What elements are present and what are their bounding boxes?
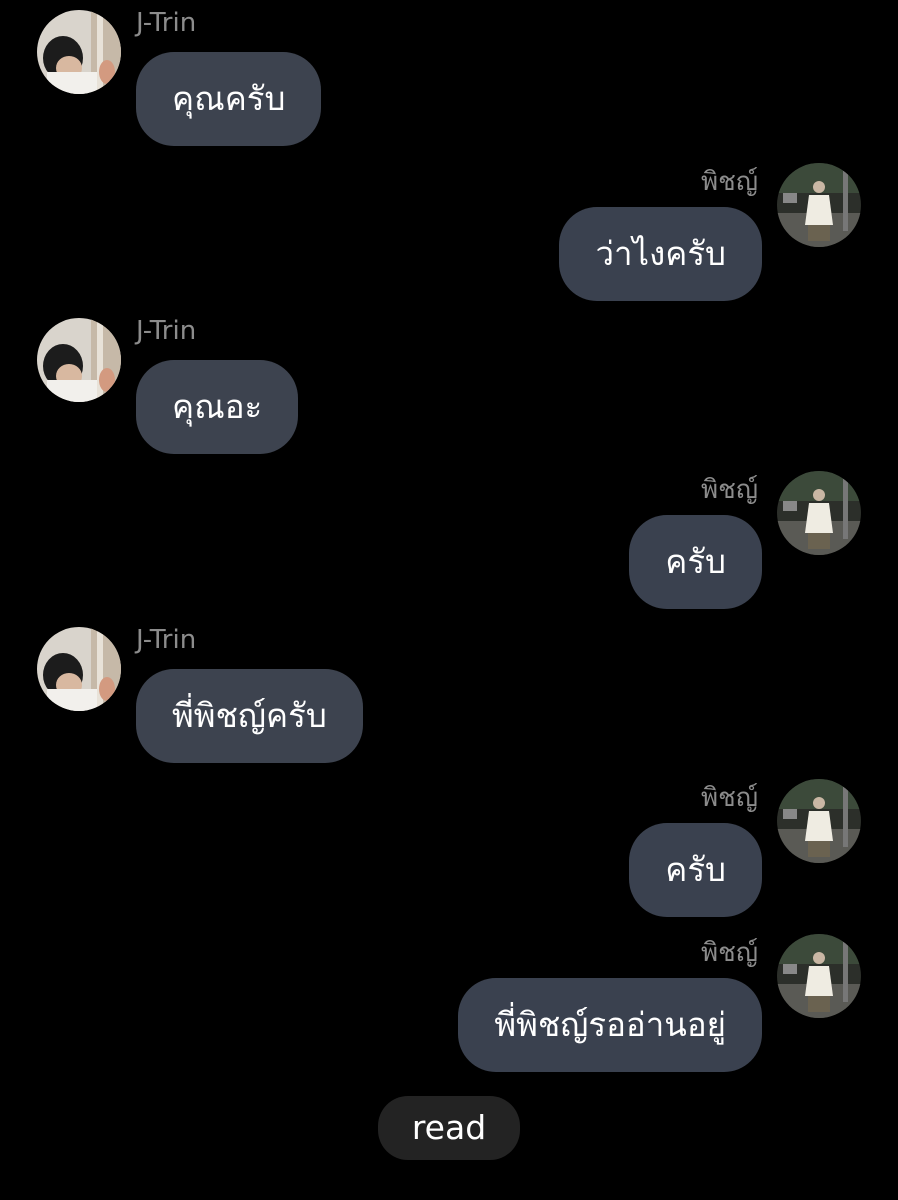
avatar-pitch-icon [777, 934, 861, 1018]
avatar-pitch[interactable] [777, 163, 861, 247]
avatar-pitch-icon [777, 471, 861, 555]
message-bubble[interactable]: พี่พิชญ์ครับ [136, 669, 363, 763]
sender-name: พิชญ์ [701, 783, 758, 813]
avatar-pitch[interactable] [777, 934, 861, 1018]
message-bubble[interactable]: คุณอะ [136, 360, 299, 454]
sender-name: J-Trin [136, 316, 197, 346]
avatar-j-trin-icon [37, 318, 121, 402]
message-bubble[interactable]: ว่าไงครับ [559, 207, 762, 301]
avatar-j-trin[interactable] [37, 318, 121, 402]
message-bubble[interactable]: ครับ [629, 515, 762, 609]
read-status-badge: read [378, 1096, 520, 1160]
message-bubble[interactable]: พี่พิชญ์รออ่านอยู่ [458, 978, 762, 1072]
avatar-pitch[interactable] [777, 779, 861, 863]
avatar-j-trin[interactable] [37, 10, 121, 94]
avatar-pitch[interactable] [777, 471, 861, 555]
sender-name: พิชญ์ [701, 938, 758, 968]
avatar-j-trin-icon [37, 627, 121, 711]
avatar-j-trin[interactable] [37, 627, 121, 711]
sender-name: J-Trin [136, 625, 197, 655]
message-bubble[interactable]: ครับ [629, 823, 762, 917]
sender-name: พิชญ์ [701, 475, 758, 505]
message-bubble[interactable]: คุณครับ [136, 52, 322, 146]
avatar-j-trin-icon [37, 10, 121, 94]
avatar-pitch-icon [777, 779, 861, 863]
avatar-pitch-icon [777, 163, 861, 247]
sender-name: พิชญ์ [701, 167, 758, 197]
sender-name: J-Trin [136, 8, 197, 38]
